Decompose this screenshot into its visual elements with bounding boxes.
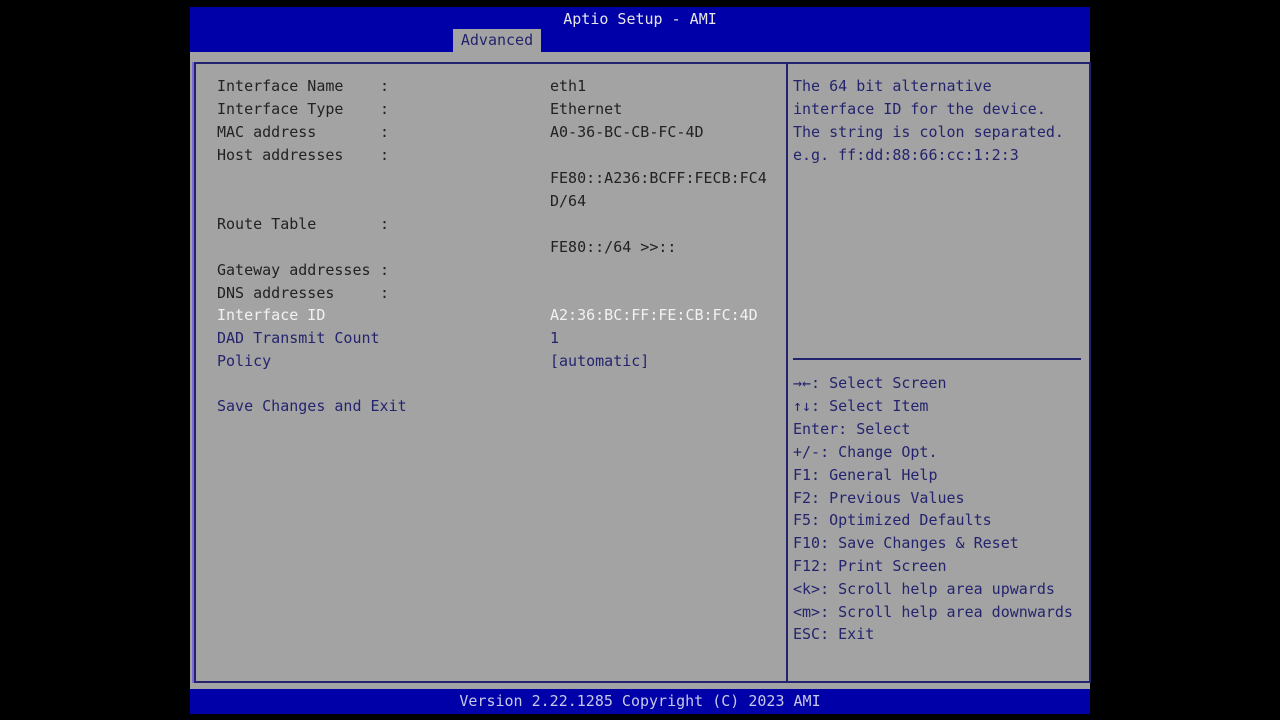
mac-address-value: A0-36-BC-CB-FC-4D bbox=[550, 123, 704, 141]
save-changes-and-exit[interactable]: Save Changes and Exit bbox=[217, 395, 407, 418]
interface-type-label: Interface Type bbox=[217, 100, 344, 118]
key-hint-select-item: ↑↓: Select Item bbox=[793, 397, 929, 415]
interface-id-value[interactable]: A2:36:BC:FF:FE:CB:FC:4D bbox=[550, 304, 758, 327]
host-addresses-label: Host addresses bbox=[217, 146, 344, 164]
interface-id-label[interactable]: Interface ID bbox=[217, 304, 325, 327]
help-text-line: interface ID for the device. bbox=[793, 100, 1046, 118]
colon: : bbox=[380, 261, 390, 279]
tab-advanced[interactable]: Advanced bbox=[453, 29, 541, 52]
key-hint-enter: Enter: Select bbox=[793, 420, 911, 438]
key-hint-change-opt: +/-: Change Opt. bbox=[793, 443, 938, 461]
key-hint-f10: F10: Save Changes & Reset bbox=[793, 534, 1019, 552]
key-hint-esc: ESC: Exit bbox=[793, 625, 875, 643]
panel-divider bbox=[786, 62, 788, 683]
host-address-value-line1: FE80::A236:BCFF:FECB:FC4 bbox=[550, 169, 767, 187]
key-hint-select-screen: →←: Select Screen bbox=[793, 374, 947, 392]
key-hint-scroll-down: <m>: Scroll help area downwards bbox=[793, 603, 1073, 621]
dad-transmit-count-value[interactable]: 1 bbox=[550, 327, 559, 350]
colon: : bbox=[380, 146, 390, 164]
key-hint-f2: F2: Previous Values bbox=[793, 489, 965, 507]
gateway-addresses-label: Gateway addresses bbox=[217, 261, 371, 279]
dns-addresses-label: DNS addresses bbox=[217, 284, 335, 302]
colon: : bbox=[380, 77, 390, 95]
version-footer: Version 2.22.1285 Copyright (C) 2023 AMI bbox=[190, 689, 1090, 714]
help-text-line: e.g. ff:dd:88:66:cc:1:2:3 bbox=[793, 146, 1019, 164]
route-table-value: FE80::/64 >>:: bbox=[550, 238, 677, 256]
app-title: Aptio Setup - AMI bbox=[563, 10, 717, 28]
dad-transmit-count-label[interactable]: DAD Transmit Count bbox=[217, 327, 380, 350]
key-hint-f12: F12: Print Screen bbox=[793, 557, 947, 575]
policy-value[interactable]: [automatic] bbox=[550, 350, 649, 373]
policy-label[interactable]: Policy bbox=[217, 350, 271, 373]
bios-screen: Aptio Setup - AMI Advanced Interface Nam… bbox=[190, 7, 1091, 714]
help-separator bbox=[793, 358, 1081, 360]
key-hint-f1: F1: General Help bbox=[793, 466, 938, 484]
host-address-value-line2: D/64 bbox=[550, 192, 587, 210]
help-text-line: The 64 bit alternative bbox=[793, 77, 992, 95]
colon: : bbox=[380, 284, 390, 302]
colon: : bbox=[380, 123, 390, 141]
key-hint-f5: F5: Optimized Defaults bbox=[793, 511, 992, 529]
colon: : bbox=[380, 215, 390, 233]
mac-address-label: MAC address bbox=[217, 123, 317, 141]
interface-name-label: Interface Name bbox=[217, 77, 344, 95]
title-bar: Aptio Setup - AMI Advanced bbox=[190, 7, 1090, 52]
help-text-line: The string is colon separated. bbox=[793, 123, 1064, 141]
interface-name-value: eth1 bbox=[550, 77, 587, 95]
colon: : bbox=[380, 100, 390, 118]
interface-type-value: Ethernet bbox=[550, 100, 623, 118]
key-hint-scroll-up: <k>: Scroll help area upwards bbox=[793, 580, 1055, 598]
route-table-label: Route Table bbox=[217, 215, 317, 233]
